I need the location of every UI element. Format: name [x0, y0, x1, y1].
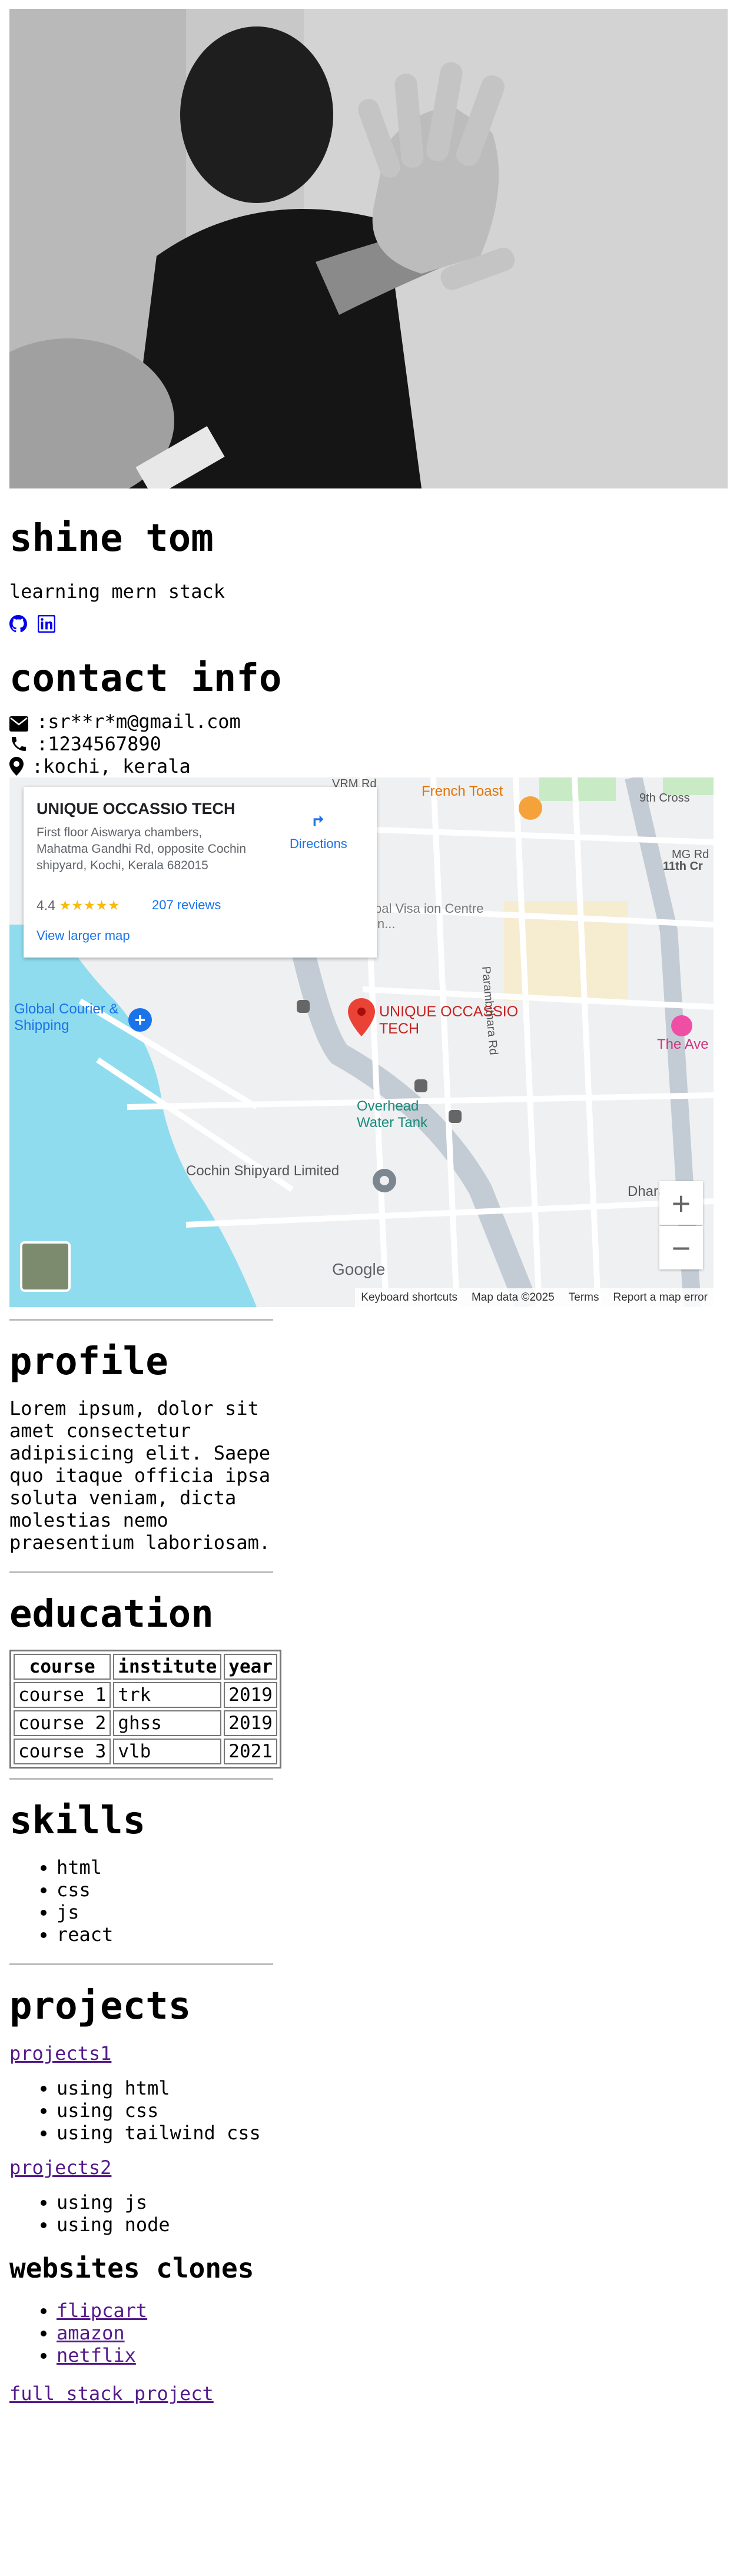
google-logo: Google [332, 1260, 386, 1278]
clone-link-netflix[interactable]: netflix [57, 2344, 136, 2366]
contact-location-line: :kochi, kerala [9, 755, 721, 777]
profile-tagline: learning mern stack [9, 580, 225, 603]
map-report-error-link[interactable]: Report a map error [613, 1291, 708, 1304]
map-terms-link[interactable]: Terms [569, 1291, 599, 1304]
profile-name: shine tom [9, 517, 214, 560]
contact-phone: :1234567890 [36, 733, 161, 755]
map-label-cochin-shipyard[interactable]: Cochin Shipyard Limited [186, 1163, 339, 1179]
map-place-rating: 4.4 ★★★★★ [36, 898, 120, 913]
map-larger-map-link[interactable]: View larger map [36, 928, 130, 943]
map-rating-value: 4.4 [36, 898, 55, 913]
table-header-institute: institute [113, 1654, 222, 1680]
table-cell: course 1 [14, 1682, 111, 1708]
table-cell: vlb [113, 1739, 222, 1764]
github-icon[interactable] [9, 615, 28, 633]
clones-list: flipcart amazon netflix [9, 2299, 721, 2366]
social-links [9, 614, 721, 633]
phone-icon [9, 734, 28, 753]
map-reviews-link[interactable]: 207 reviews [152, 898, 221, 913]
map-directions-button[interactable]: Directions [290, 815, 347, 852]
map-label-eleventh-cr: 11th Cr [663, 860, 703, 873]
map-label-visa-centre[interactable]: bal Visa ion Centre in... [374, 901, 498, 932]
table-header-row: course institute year [14, 1654, 277, 1680]
table-cell: course 2 [14, 1710, 111, 1736]
table-cell: 2021 [224, 1739, 277, 1764]
map-label-global-courier[interactable]: Global Courier & Shipping [14, 1001, 132, 1034]
full-stack-project-link[interactable]: full stack project [9, 2382, 721, 2405]
list-item: netflix [57, 2344, 721, 2366]
list-item: js [57, 1901, 721, 1923]
table-cell: 2019 [224, 1682, 277, 1708]
profile-photo [9, 9, 728, 488]
map-keyboard-shortcuts[interactable]: Keyboard shortcuts [361, 1291, 457, 1304]
zoom-out-button[interactable]: − [659, 1226, 703, 1269]
person-photo-illustration [9, 9, 728, 488]
table-cell: trk [113, 1682, 222, 1708]
contact-email: :sr**r*m@gmail.com [36, 710, 241, 733]
list-item: css [57, 1879, 721, 1901]
list-item: using html [57, 2077, 721, 2099]
list-item: flipcart [57, 2299, 721, 2322]
skills-heading: skills [9, 1799, 146, 1843]
table-cell: 2019 [224, 1710, 277, 1736]
contact-email-line: :sr**r*m@gmail.com [9, 710, 721, 733]
map-label-overhead-tank[interactable]: Overhead Water Tank [357, 1098, 445, 1131]
list-item: using js [57, 2191, 721, 2213]
contact-phone-line: :1234567890 [9, 733, 721, 755]
map-footer: Keyboard shortcuts Map data ©2025 Terms … [355, 1288, 714, 1307]
table-row: course 1 trk 2019 [14, 1682, 277, 1708]
location-pin-icon [9, 757, 24, 776]
education-table: course institute year course 1 trk 2019 … [9, 1650, 281, 1769]
skills-list: html css js react [9, 1856, 721, 1946]
projects-heading: projects [9, 1985, 191, 2028]
project2-list: using js using node [9, 2191, 721, 2236]
map-place-card: UNIQUE OCCASSIO TECH First floor Aiswary… [24, 787, 377, 958]
map-place-address: First floor Aiswarya chambers, Mahatma G… [36, 826, 247, 872]
directions-icon [307, 810, 330, 834]
table-header-year: year [224, 1654, 277, 1680]
table-cell: ghss [113, 1710, 222, 1736]
list-item: using css [57, 2099, 721, 2122]
contact-location: :kochi, kerala [32, 755, 191, 777]
map-label-ninth-cross: 9th Cross [639, 792, 690, 805]
linkedin-icon[interactable] [37, 614, 56, 633]
map-label-the-ave[interactable]: The Ave [657, 1036, 709, 1053]
profile-heading: profile [9, 1340, 168, 1384]
project2-link[interactable]: projects2 [9, 2156, 721, 2179]
map-rating-stars: ★★★★★ [59, 898, 120, 913]
clone-link-flipcart[interactable]: flipcart [57, 2299, 147, 2322]
list-item: using node [57, 2213, 721, 2236]
project1-link[interactable]: projects1 [9, 2042, 721, 2065]
contact-heading: contact info [9, 657, 282, 700]
clone-link-amazon[interactable]: amazon [57, 2322, 125, 2344]
table-row: course 3 vlb 2021 [14, 1739, 277, 1764]
project1-list: using html using css using tailwind css [9, 2077, 721, 2144]
clones-heading: websites clones [9, 2252, 254, 2284]
map-pin-label[interactable]: UNIQUE OCCASSIO TECH [379, 1003, 520, 1038]
list-item: amazon [57, 2322, 721, 2344]
embedded-map[interactable]: French Toast Global Courier & Shipping O… [9, 777, 714, 1307]
profile-text: Lorem ipsum, dolor sit amet consectetur … [9, 1397, 271, 1554]
table-header-course: course [14, 1654, 111, 1680]
list-item: using tailwind css [57, 2122, 721, 2144]
map-data-credit: Map data ©2025 [471, 1291, 555, 1304]
list-item: html [57, 1856, 721, 1879]
education-heading: education [9, 1593, 214, 1636]
map-label-french-toast[interactable]: French Toast [422, 783, 503, 800]
map-directions-label: Directions [290, 836, 347, 851]
list-item: react [57, 1923, 721, 1946]
zoom-in-button[interactable]: + [659, 1181, 703, 1225]
envelope-icon [9, 714, 28, 732]
table-row: course 2 ghss 2019 [14, 1710, 277, 1736]
table-cell: course 3 [14, 1739, 111, 1764]
map-place-name: UNIQUE OCCASSIO TECH [36, 800, 235, 817]
